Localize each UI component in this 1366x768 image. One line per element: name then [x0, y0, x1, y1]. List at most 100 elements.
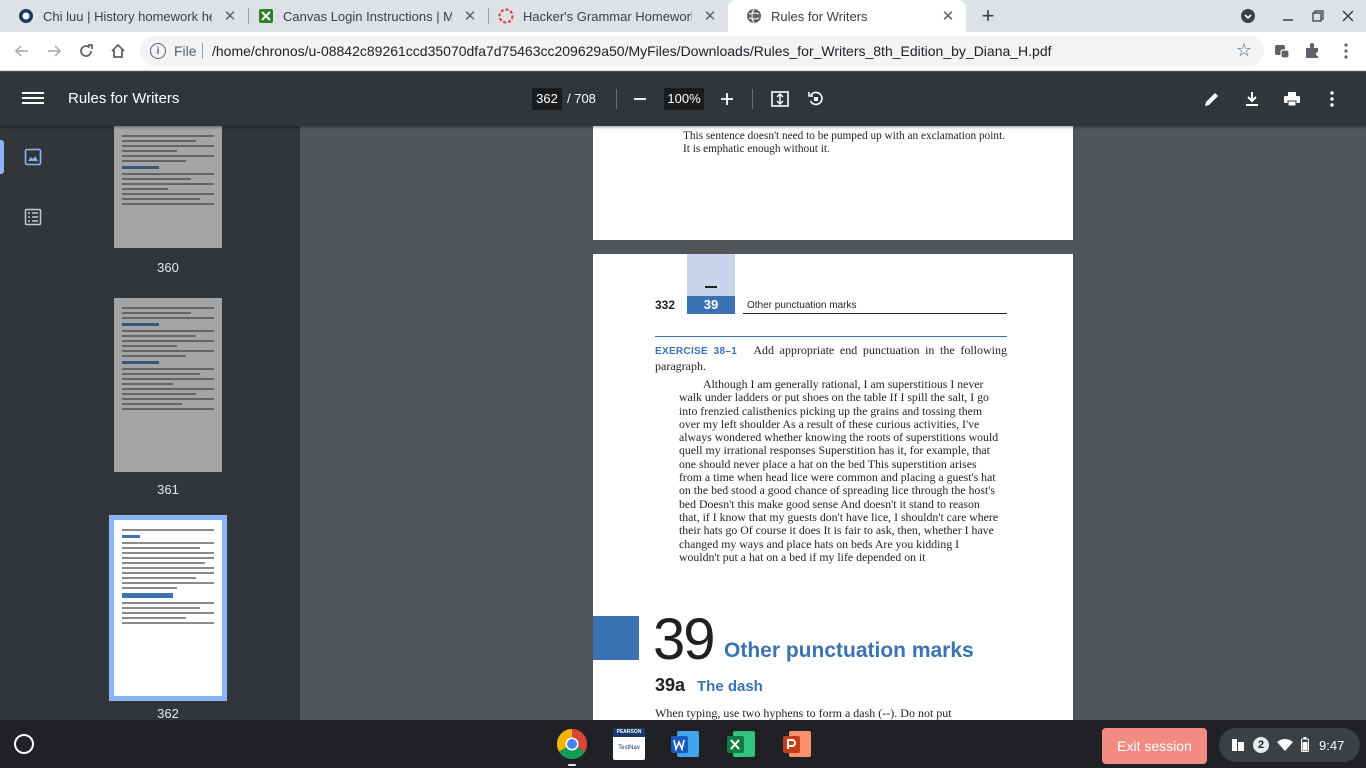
pdf-page-current: 332 39 Other punctuation marks EXERCISE …	[593, 254, 1073, 720]
tab-grammar-homework[interactable]: Hacker's Grammar Homework II ✕	[480, 0, 728, 32]
back-icon[interactable]	[10, 39, 34, 63]
extensions-icon[interactable]	[1300, 39, 1324, 63]
document-title: Rules for Writers	[68, 90, 180, 107]
url-scheme: File	[174, 43, 197, 59]
page-text: This sentence doesn't need to be pumped …	[683, 130, 1006, 155]
annotate-pen-icon[interactable]	[1200, 87, 1224, 111]
close-window-icon[interactable]	[1338, 6, 1358, 26]
testnav-label: TestNav	[618, 745, 640, 751]
zoom-out-icon[interactable]	[628, 87, 652, 111]
section-title: The dash	[697, 678, 763, 695]
powerpoint-app-icon[interactable]	[781, 728, 813, 760]
thumbnails-icon[interactable]	[24, 148, 44, 168]
chapter-box: 39	[687, 296, 735, 314]
globe-icon	[747, 8, 761, 24]
chapter-number: 39	[653, 607, 715, 672]
browser-menu-icon[interactable]	[1334, 39, 1358, 63]
pdf-viewport[interactable]: This sentence doesn't need to be pumped …	[300, 126, 1366, 720]
launcher-icon[interactable]	[14, 734, 34, 754]
managed-device-icon	[1232, 739, 1244, 751]
tab-rules-for-writers[interactable]: Rules for Writers ✕	[728, 0, 966, 32]
chapter-tab-marker	[687, 254, 735, 298]
new-tab-button[interactable]: +	[976, 3, 1000, 28]
chrome-app-icon[interactable]	[556, 728, 588, 766]
thumbnail-sidebar: 360 361 362	[0, 126, 300, 720]
fit-page-icon[interactable]	[768, 87, 792, 111]
close-icon[interactable]: ✕	[700, 6, 720, 26]
status-tray[interactable]: 2 9:47	[1219, 728, 1360, 762]
chapter-title: Other punctuation marks	[724, 639, 974, 662]
running-indicator	[568, 764, 576, 766]
thumbnail-page-362[interactable]: 362	[109, 515, 227, 720]
tab-strip: Chi luu | History homework help ✕ Canvas…	[0, 0, 1366, 32]
tab-canvas-login[interactable]: Canvas Login Instructions | Miss ✕	[240, 0, 488, 32]
page-thumbnail-image	[114, 298, 222, 472]
chegg-icon	[19, 9, 33, 23]
thumbnail-label: 361	[157, 482, 179, 497]
exercise-rule	[655, 336, 1007, 337]
info-icon[interactable]: i	[150, 43, 166, 59]
toolbar-divider	[616, 89, 617, 109]
page-total: / 708	[567, 91, 596, 106]
address-bar[interactable]: i File /home/chronos/u-08842c89261ccd350…	[140, 36, 1264, 66]
toolbar-divider	[752, 89, 753, 109]
home-icon[interactable]	[106, 39, 130, 63]
more-options-icon[interactable]	[1320, 87, 1344, 111]
tab-title: Chi luu | History homework help	[43, 8, 212, 24]
tab-title: Hacker's Grammar Homework II	[523, 8, 692, 24]
close-icon[interactable]: ✕	[460, 6, 480, 26]
tab-marker-dash	[705, 286, 717, 288]
thumbnail-page-360[interactable]: 360	[114, 126, 222, 275]
url-text[interactable]: /home/chronos/u-08842c89261ccd35070dfa7d…	[212, 43, 1052, 59]
bookmark-star-icon[interactable]: ☆	[1236, 40, 1252, 61]
download-icon[interactable]	[1240, 87, 1264, 111]
pdf-toolbar: Rules for Writers 362 / 708 100%	[0, 72, 1366, 126]
exercise-label: EXERCISE 38–1	[655, 346, 738, 357]
excel-app-icon[interactable]	[725, 728, 757, 760]
canvas-red-icon	[498, 8, 514, 24]
page-thumbnail-image	[109, 515, 227, 701]
pearson-label: PEARSON	[613, 728, 645, 737]
rotate-icon[interactable]	[804, 87, 828, 111]
header-rule	[743, 313, 1007, 314]
page-number-input[interactable]: 362	[532, 88, 562, 110]
tab-title: Canvas Login Instructions | Miss	[283, 8, 452, 24]
sidebar-menu-icon[interactable]	[22, 89, 44, 109]
exit-session-button[interactable]: Exit session	[1102, 728, 1207, 764]
omnibox-divider	[202, 43, 203, 59]
sidebar-tabs	[0, 126, 68, 720]
reload-icon[interactable]	[74, 39, 98, 63]
printed-page-number: 332	[655, 298, 676, 312]
page-thumbnail-image	[114, 126, 222, 248]
exercise-paragraph: Although I am generally rational, I am s…	[679, 377, 999, 564]
zoom-level-input[interactable]: 100%	[664, 88, 704, 110]
forward-icon[interactable]	[42, 39, 66, 63]
zoom-in-icon[interactable]	[715, 87, 739, 111]
active-tab-indicator	[0, 140, 4, 174]
os-shelf: PEARSON TestNav Exit session 2 9:47	[0, 720, 1366, 768]
tab-search-icon[interactable]	[1238, 6, 1258, 26]
notification-badge: 2	[1253, 737, 1269, 753]
word-app-icon[interactable]	[669, 728, 701, 760]
pdf-page-previous: This sentence doesn't need to be pumped …	[593, 126, 1073, 240]
tab-title: Rules for Writers	[771, 8, 868, 24]
restore-icon[interactable]	[1308, 6, 1328, 26]
canvas-icon	[259, 9, 273, 23]
extension-puzzle-icon[interactable]	[1270, 39, 1294, 63]
battery-icon	[1301, 737, 1309, 752]
section-number: 39a	[655, 675, 686, 695]
section-body: When typing, use two hyphens to form a d…	[655, 706, 952, 720]
tab-chegg[interactable]: Chi luu | History homework help ✕	[0, 0, 248, 32]
browser-toolbar: i File /home/chronos/u-08842c89261ccd350…	[0, 32, 1366, 71]
thumbnail-label: 362	[157, 706, 179, 720]
wifi-icon	[1277, 739, 1293, 751]
chapter-square	[593, 616, 639, 660]
close-icon[interactable]: ✕	[938, 6, 958, 26]
testnav-app-icon[interactable]: PEARSON TestNav	[613, 728, 645, 760]
print-icon[interactable]	[1280, 87, 1304, 111]
thumbnail-page-361[interactable]: 361	[114, 298, 222, 497]
minimize-icon[interactable]	[1278, 6, 1298, 26]
document-outline-icon[interactable]	[24, 208, 44, 228]
close-icon[interactable]: ✕	[220, 6, 240, 26]
thumbnail-label: 360	[157, 260, 179, 275]
